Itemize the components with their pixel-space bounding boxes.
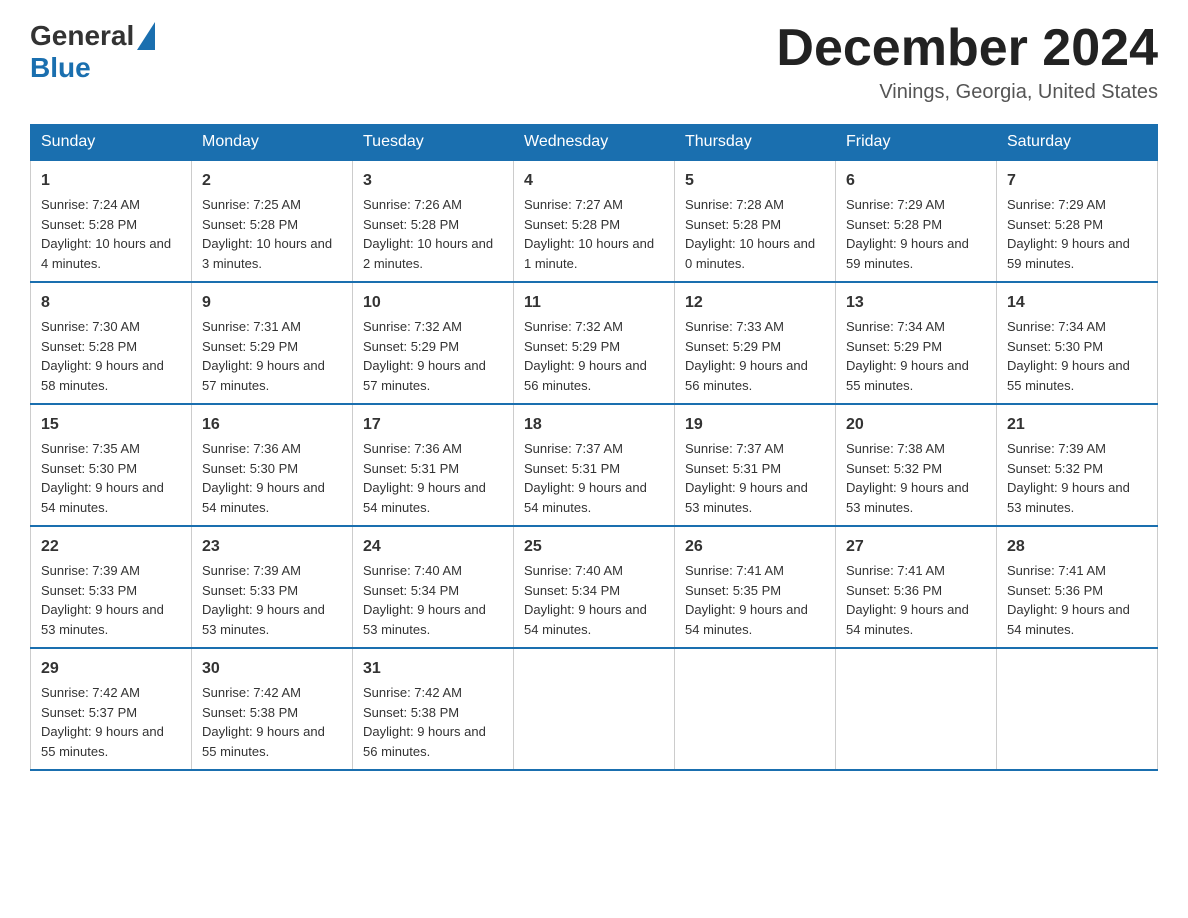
calendar-cell: 2Sunrise: 7:25 AMSunset: 5:28 PMDaylight… — [192, 160, 353, 282]
day-number: 2 — [202, 169, 342, 193]
calendar-week-row: 29Sunrise: 7:42 AMSunset: 5:37 PMDayligh… — [31, 648, 1158, 770]
calendar-header-friday: Friday — [836, 125, 997, 161]
title-area: December 2024 Vinings, Georgia, United S… — [776, 20, 1158, 104]
day-number: 12 — [685, 291, 825, 315]
day-number: 8 — [41, 291, 181, 315]
calendar-week-row: 15Sunrise: 7:35 AMSunset: 5:30 PMDayligh… — [31, 404, 1158, 526]
calendar-cell: 25Sunrise: 7:40 AMSunset: 5:34 PMDayligh… — [514, 526, 675, 648]
day-number: 25 — [524, 535, 664, 559]
calendar-cell — [997, 648, 1158, 770]
calendar-cell: 1Sunrise: 7:24 AMSunset: 5:28 PMDaylight… — [31, 160, 192, 282]
calendar-cell: 21Sunrise: 7:39 AMSunset: 5:32 PMDayligh… — [997, 404, 1158, 526]
calendar-header-monday: Monday — [192, 125, 353, 161]
day-number: 17 — [363, 413, 503, 437]
calendar-cell: 10Sunrise: 7:32 AMSunset: 5:29 PMDayligh… — [353, 282, 514, 404]
day-number: 19 — [685, 413, 825, 437]
logo-triangle-icon — [137, 22, 155, 50]
logo-blue-text: Blue — [30, 52, 91, 84]
day-number: 16 — [202, 413, 342, 437]
day-number: 28 — [1007, 535, 1147, 559]
calendar-cell: 12Sunrise: 7:33 AMSunset: 5:29 PMDayligh… — [675, 282, 836, 404]
calendar-cell: 9Sunrise: 7:31 AMSunset: 5:29 PMDaylight… — [192, 282, 353, 404]
day-number: 20 — [846, 413, 986, 437]
location-label: Vinings, Georgia, United States — [776, 81, 1158, 104]
calendar-cell — [836, 648, 997, 770]
calendar-cell: 15Sunrise: 7:35 AMSunset: 5:30 PMDayligh… — [31, 404, 192, 526]
calendar-cell: 20Sunrise: 7:38 AMSunset: 5:32 PMDayligh… — [836, 404, 997, 526]
calendar-cell: 8Sunrise: 7:30 AMSunset: 5:28 PMDaylight… — [31, 282, 192, 404]
calendar-cell — [675, 648, 836, 770]
day-number: 4 — [524, 169, 664, 193]
calendar-cell: 30Sunrise: 7:42 AMSunset: 5:38 PMDayligh… — [192, 648, 353, 770]
page-header: General Blue December 2024 Vinings, Geor… — [30, 20, 1158, 104]
day-number: 10 — [363, 291, 503, 315]
day-number: 13 — [846, 291, 986, 315]
logo-general-text: General — [30, 20, 134, 52]
calendar-cell: 4Sunrise: 7:27 AMSunset: 5:28 PMDaylight… — [514, 160, 675, 282]
calendar-cell: 27Sunrise: 7:41 AMSunset: 5:36 PMDayligh… — [836, 526, 997, 648]
day-number: 24 — [363, 535, 503, 559]
calendar-week-row: 22Sunrise: 7:39 AMSunset: 5:33 PMDayligh… — [31, 526, 1158, 648]
logo: General Blue — [30, 20, 155, 84]
day-number: 5 — [685, 169, 825, 193]
calendar-cell: 18Sunrise: 7:37 AMSunset: 5:31 PMDayligh… — [514, 404, 675, 526]
calendar-cell: 14Sunrise: 7:34 AMSunset: 5:30 PMDayligh… — [997, 282, 1158, 404]
calendar-cell: 24Sunrise: 7:40 AMSunset: 5:34 PMDayligh… — [353, 526, 514, 648]
day-number: 11 — [524, 291, 664, 315]
calendar-header-thursday: Thursday — [675, 125, 836, 161]
day-number: 3 — [363, 169, 503, 193]
calendar-cell: 28Sunrise: 7:41 AMSunset: 5:36 PMDayligh… — [997, 526, 1158, 648]
day-number: 1 — [41, 169, 181, 193]
day-number: 14 — [1007, 291, 1147, 315]
calendar-cell: 19Sunrise: 7:37 AMSunset: 5:31 PMDayligh… — [675, 404, 836, 526]
day-number: 26 — [685, 535, 825, 559]
calendar-table: SundayMondayTuesdayWednesdayThursdayFrid… — [30, 124, 1158, 771]
calendar-cell: 17Sunrise: 7:36 AMSunset: 5:31 PMDayligh… — [353, 404, 514, 526]
calendar-cell: 31Sunrise: 7:42 AMSunset: 5:38 PMDayligh… — [353, 648, 514, 770]
day-number: 21 — [1007, 413, 1147, 437]
calendar-header-wednesday: Wednesday — [514, 125, 675, 161]
day-number: 15 — [41, 413, 181, 437]
day-number: 30 — [202, 657, 342, 681]
calendar-cell: 26Sunrise: 7:41 AMSunset: 5:35 PMDayligh… — [675, 526, 836, 648]
calendar-week-row: 1Sunrise: 7:24 AMSunset: 5:28 PMDaylight… — [31, 160, 1158, 282]
calendar-cell: 3Sunrise: 7:26 AMSunset: 5:28 PMDaylight… — [353, 160, 514, 282]
calendar-cell: 22Sunrise: 7:39 AMSunset: 5:33 PMDayligh… — [31, 526, 192, 648]
calendar-header-saturday: Saturday — [997, 125, 1158, 161]
calendar-cell: 23Sunrise: 7:39 AMSunset: 5:33 PMDayligh… — [192, 526, 353, 648]
calendar-cell: 13Sunrise: 7:34 AMSunset: 5:29 PMDayligh… — [836, 282, 997, 404]
day-number: 27 — [846, 535, 986, 559]
day-number: 7 — [1007, 169, 1147, 193]
month-title: December 2024 — [776, 20, 1158, 77]
calendar-header-tuesday: Tuesday — [353, 125, 514, 161]
calendar-header-sunday: Sunday — [31, 125, 192, 161]
calendar-cell — [514, 648, 675, 770]
day-number: 22 — [41, 535, 181, 559]
calendar-cell: 16Sunrise: 7:36 AMSunset: 5:30 PMDayligh… — [192, 404, 353, 526]
calendar-cell: 11Sunrise: 7:32 AMSunset: 5:29 PMDayligh… — [514, 282, 675, 404]
calendar-cell: 6Sunrise: 7:29 AMSunset: 5:28 PMDaylight… — [836, 160, 997, 282]
calendar-week-row: 8Sunrise: 7:30 AMSunset: 5:28 PMDaylight… — [31, 282, 1158, 404]
calendar-cell: 29Sunrise: 7:42 AMSunset: 5:37 PMDayligh… — [31, 648, 192, 770]
calendar-cell: 5Sunrise: 7:28 AMSunset: 5:28 PMDaylight… — [675, 160, 836, 282]
day-number: 23 — [202, 535, 342, 559]
calendar-cell: 7Sunrise: 7:29 AMSunset: 5:28 PMDaylight… — [997, 160, 1158, 282]
day-number: 9 — [202, 291, 342, 315]
day-number: 31 — [363, 657, 503, 681]
day-number: 18 — [524, 413, 664, 437]
day-number: 29 — [41, 657, 181, 681]
calendar-header-row: SundayMondayTuesdayWednesdayThursdayFrid… — [31, 125, 1158, 161]
day-number: 6 — [846, 169, 986, 193]
